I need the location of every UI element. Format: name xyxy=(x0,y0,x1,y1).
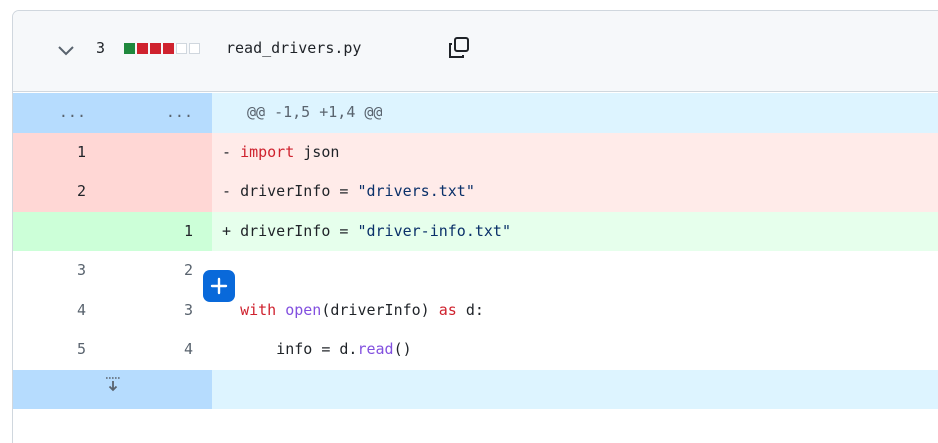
new-line-number xyxy=(112,172,212,212)
file-header: 3 read_drivers.py xyxy=(13,11,938,92)
diffstat-block-del xyxy=(163,43,174,54)
diffstat xyxy=(124,43,200,54)
hunk-header-row: ... ... @@ -1,5 +1,4 @@ xyxy=(13,93,938,133)
copy-icon[interactable] xyxy=(446,35,472,61)
hunk-expander-new[interactable]: ... xyxy=(112,93,212,133)
old-line-number[interactable]: 4 xyxy=(13,290,112,330)
new-line-number[interactable]: 2 xyxy=(112,251,212,291)
expand-down-row xyxy=(13,369,938,409)
code-line: with open(driverInfo) as d: xyxy=(212,291,938,331)
new-line-number[interactable]: 1 xyxy=(112,211,212,251)
diff-row-added: 1 + driverInfo = "driver-info.txt" xyxy=(13,211,938,251)
file-name-link[interactable]: read_drivers.py xyxy=(226,39,361,57)
old-line-number[interactable]: 3 xyxy=(13,251,112,291)
code-keyword: with xyxy=(240,300,277,319)
hunk-expander-old[interactable]: ... xyxy=(13,93,112,133)
code-function: open xyxy=(285,300,322,319)
code-line: - import json xyxy=(212,132,938,172)
expand-down-button[interactable] xyxy=(13,369,212,409)
diffstat-block-del xyxy=(137,43,148,54)
unfold-down-icon[interactable] xyxy=(105,376,121,394)
code-text: info = d. xyxy=(240,340,358,358)
diffstat-block-add xyxy=(124,43,135,54)
code-line: - driverInfo = "drivers.txt" xyxy=(212,172,938,212)
diff-row-deleted: 2 - driverInfo = "drivers.txt" xyxy=(13,172,938,212)
code-string: "driver-info.txt" xyxy=(357,221,511,240)
code-text: driverInfo = xyxy=(240,182,358,200)
new-line-number xyxy=(112,132,212,172)
code-text: (driverInfo) xyxy=(321,300,439,319)
diff-row-deleted: 1 - import json xyxy=(13,132,938,172)
diff-sign: - xyxy=(222,142,232,161)
diff-file: 3 read_drivers.py ... ... @@ -1,5 +1,4 @… xyxy=(12,10,938,443)
code-text: driverInfo = xyxy=(240,221,358,240)
hunk-header: @@ -1,5 +1,4 @@ xyxy=(212,93,938,133)
old-line-number xyxy=(13,211,112,251)
code-string: "drivers.txt" xyxy=(357,182,475,200)
diffstat-block-neutral xyxy=(176,43,187,54)
code-line: + driverInfo = "driver-info.txt" xyxy=(212,211,938,251)
expand-row-filler xyxy=(212,369,938,409)
diff-row-context: 5 4 info = d.read() xyxy=(13,330,938,370)
code-text: () xyxy=(393,340,412,358)
new-line-number[interactable]: 3 xyxy=(112,290,212,330)
old-line-number[interactable]: 5 xyxy=(13,330,112,370)
code-line: info = d.read() xyxy=(212,330,938,370)
diff-row-context: 4 3 with open(driverInfo) as d: xyxy=(13,290,938,331)
code-text: json xyxy=(294,142,340,161)
diff-sign: + xyxy=(222,221,232,240)
new-line-number[interactable]: 4 xyxy=(112,330,212,370)
change-count: 3 xyxy=(96,39,106,57)
diffstat-block-del xyxy=(150,43,161,54)
diff-sign: - xyxy=(222,182,232,200)
old-line-number[interactable]: 2 xyxy=(13,172,112,212)
code-text: d: xyxy=(456,300,484,319)
code-function: read xyxy=(357,340,394,358)
diff-row-context: 3 2 xyxy=(13,251,938,291)
add-comment-button[interactable] xyxy=(203,270,235,302)
plus-icon xyxy=(210,277,228,295)
chevron-down-icon[interactable] xyxy=(56,40,76,60)
code-keyword: as xyxy=(438,300,457,319)
diff-table: ... ... @@ -1,5 +1,4 @@ 1 - import json … xyxy=(13,93,938,409)
diffstat-block-neutral xyxy=(189,43,200,54)
old-line-number[interactable]: 1 xyxy=(13,132,112,172)
code-keyword: import xyxy=(240,142,295,161)
